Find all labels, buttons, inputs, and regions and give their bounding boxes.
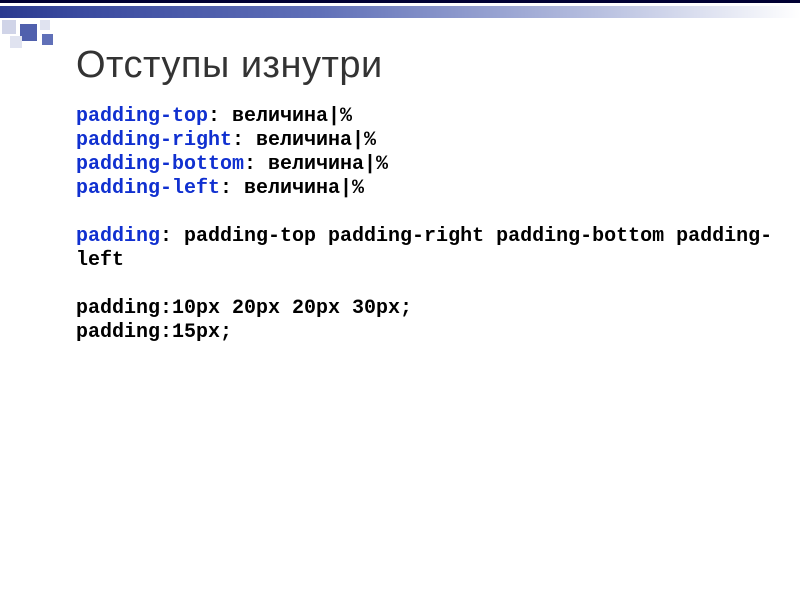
code-line: padding-bottom: величина|%	[76, 153, 780, 177]
css-property: padding-top	[76, 105, 208, 128]
square-decoration	[42, 34, 53, 45]
code-text: : величина|%	[208, 105, 352, 128]
top-border-line	[0, 0, 800, 3]
page-title: Отступы изнутри	[76, 44, 780, 87]
code-line: padding-top: величина|%	[76, 105, 780, 129]
css-property: padding-right	[76, 129, 232, 152]
code-line: padding-right: величина|%	[76, 129, 780, 153]
top-gradient-stripe	[0, 6, 800, 18]
code-text: : величина|%	[232, 129, 376, 152]
code-text: : величина|%	[244, 153, 388, 176]
css-property: padding-bottom	[76, 153, 244, 176]
square-decoration	[20, 24, 37, 41]
square-decoration	[10, 36, 22, 48]
code-line: padding:10px 20px 20px 30px;	[76, 297, 780, 321]
slide-content: Отступы изнутри padding-top: величина|% …	[76, 44, 780, 345]
css-property: padding	[76, 225, 160, 248]
blank-line	[76, 201, 780, 225]
code-text: : величина|%	[220, 177, 364, 200]
code-block: padding-top: величина|% padding-right: в…	[76, 105, 780, 345]
code-line: padding:15px;	[76, 321, 780, 345]
code-line: padding-left: величина|%	[76, 177, 780, 201]
code-text: : padding-top padding-right padding-bott…	[76, 225, 772, 272]
css-property: padding-left	[76, 177, 220, 200]
square-decoration	[40, 20, 50, 30]
blank-line	[76, 273, 780, 297]
code-line: padding: padding-top padding-right paddi…	[76, 225, 780, 273]
square-decoration	[2, 20, 16, 34]
